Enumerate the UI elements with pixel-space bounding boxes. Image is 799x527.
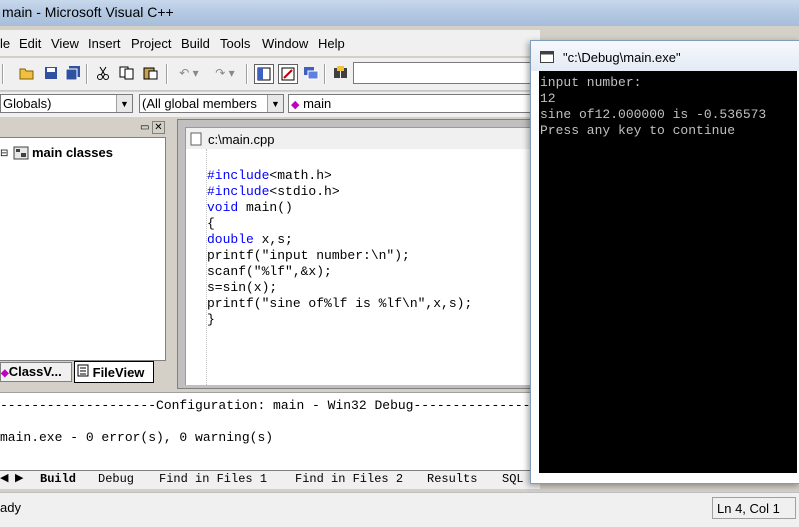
menu-help[interactable]: Help — [318, 36, 345, 51]
output-tabs: ◀ ▶ Build Debug Find in Files 1 Find in … — [0, 470, 540, 489]
chevron-down-icon[interactable]: ▼ — [116, 95, 132, 112]
tab-debug[interactable]: Debug — [98, 472, 134, 486]
class-combo-value: Globals) — [3, 96, 52, 111]
copy-icon[interactable] — [118, 64, 136, 82]
workspace-panel: ▭ ✕ ⊟ main classes ◆ClassV... FileView — [0, 119, 172, 389]
output-line: --------------------Configuration: main … — [0, 398, 570, 413]
members-combo-value: (All global members — [142, 96, 257, 111]
menu-insert[interactable]: Insert — [88, 36, 121, 51]
tab-classview[interactable]: ◆ClassV... — [0, 362, 72, 382]
menu-window[interactable]: Window — [262, 36, 308, 51]
menu-file[interactable]: le — [0, 36, 10, 51]
chevron-down-icon[interactable]: ▼ — [267, 95, 283, 112]
window-title: main - Microsoft Visual C++ — [2, 4, 174, 20]
menu-tools[interactable]: Tools — [220, 36, 250, 51]
menu-build[interactable]: Build — [181, 36, 210, 51]
code-line: double x,s; — [207, 232, 293, 247]
find-combo[interactable] — [353, 62, 540, 84]
function-combo[interactable]: ◆ main — [288, 94, 538, 113]
cut-icon[interactable] — [94, 64, 112, 82]
close-icon[interactable]: ✕ — [152, 121, 165, 134]
tab-find-in-files-2[interactable]: Find in Files 2 — [295, 472, 403, 486]
console-app-icon — [540, 51, 554, 66]
window-list-icon[interactable] — [302, 64, 320, 82]
cursor-position: Ln 4, Col 1 — [712, 497, 796, 519]
status-text: ady — [0, 500, 21, 515]
code-line: s=sin(x); — [207, 280, 278, 295]
console-titlebar[interactable]: "c:\Debug\main.exe" — [531, 41, 799, 71]
editor-margin — [186, 149, 207, 385]
find-in-files-icon[interactable] — [332, 64, 350, 82]
editor-titlebar: c:\main.cpp — [185, 127, 532, 150]
code-line: printf("input number:\n"); — [207, 248, 410, 263]
code-line: { — [207, 216, 215, 231]
output-icon[interactable] — [278, 64, 298, 84]
wizard-bar: Globals) ▼ (All global members ▼ ◆ main — [0, 92, 540, 117]
console-output[interactable]: input number: 12 sine of12.000000 is -0.… — [539, 71, 797, 473]
output-line: main.exe - 0 error(s), 0 warning(s) — [0, 430, 274, 445]
console-line: input number: — [540, 75, 642, 90]
code-line: } — [207, 312, 215, 327]
console-window[interactable]: "c:\Debug\main.exe" input number: 12 sin… — [530, 40, 799, 484]
undo-icon[interactable]: ↶ ▾ — [174, 64, 204, 82]
toolbar-separator — [246, 64, 248, 84]
document-icon — [190, 132, 202, 149]
tab-build[interactable]: Build — [40, 472, 76, 486]
menu-bar: le Edit View Insert Project Build Tools … — [0, 30, 540, 56]
class-combo[interactable]: Globals) ▼ — [0, 94, 133, 113]
class-tree: ⊟ main classes — [0, 137, 166, 361]
code-line: scanf("%lf",&x); — [207, 264, 332, 279]
fileview-icon — [77, 364, 93, 380]
code-line: void main() — [207, 200, 293, 215]
tab-scroll-left-icon[interactable]: ◀ ▶ — [0, 471, 24, 485]
code-line: printf("sine of%lf is %lf\n",x,s); — [207, 296, 473, 311]
tree-root-label[interactable]: main classes — [32, 145, 113, 160]
toolbar-separator — [2, 64, 4, 84]
menu-project[interactable]: Project — [131, 36, 171, 51]
menu-view[interactable]: View — [51, 36, 79, 51]
tab-fileview[interactable]: FileView — [74, 361, 154, 383]
save-all-icon[interactable] — [64, 64, 82, 82]
title-bar: main - Microsoft Visual C++ — [0, 0, 799, 26]
status-bar: ady Ln 4, Col 1 — [0, 492, 799, 527]
standard-toolbar: ↶ ▾ ↷ ▾ — [0, 58, 540, 91]
classes-folder-icon — [13, 146, 29, 163]
paste-icon[interactable] — [142, 64, 160, 82]
function-combo-value: main — [303, 96, 332, 111]
tab-sql[interactable]: SQL — [502, 472, 524, 486]
members-combo[interactable]: (All global members ▼ — [139, 94, 284, 113]
menu-edit[interactable]: Edit — [19, 36, 41, 51]
function-icon: ◆ — [291, 99, 300, 111]
tab-results[interactable]: Results — [427, 472, 477, 486]
toolbar-separator — [86, 64, 88, 84]
restore-icon[interactable]: ▭ — [140, 122, 149, 133]
workspace-window-controls: ▭ ✕ — [140, 121, 165, 134]
tab-find-in-files-1[interactable]: Find in Files 1 — [159, 472, 267, 486]
save-icon[interactable] — [42, 64, 60, 82]
code-line: #include<stdio.h> — [207, 184, 340, 199]
console-title: "c:\Debug\main.exe" — [563, 50, 681, 65]
toolbar-separator — [166, 64, 168, 84]
console-line: Press any key to continue — [540, 123, 736, 138]
output-pane[interactable]: --------------------Configuration: main … — [0, 392, 570, 471]
console-line: sine of12.000000 is -0.536573 — [540, 107, 767, 122]
toolbar-separator — [324, 64, 326, 84]
classview-icon: ◆ — [1, 368, 9, 379]
redo-icon[interactable]: ↷ ▾ — [210, 64, 240, 82]
editor-tab-title[interactable]: c:\main.cpp — [208, 132, 274, 147]
workspace-icon[interactable] — [254, 64, 274, 84]
tree-expander[interactable]: ⊟ — [0, 148, 8, 160]
console-line: 12 — [540, 91, 556, 106]
open-folder-icon[interactable] — [18, 64, 36, 82]
code-line: #include<math.h> — [207, 168, 332, 183]
